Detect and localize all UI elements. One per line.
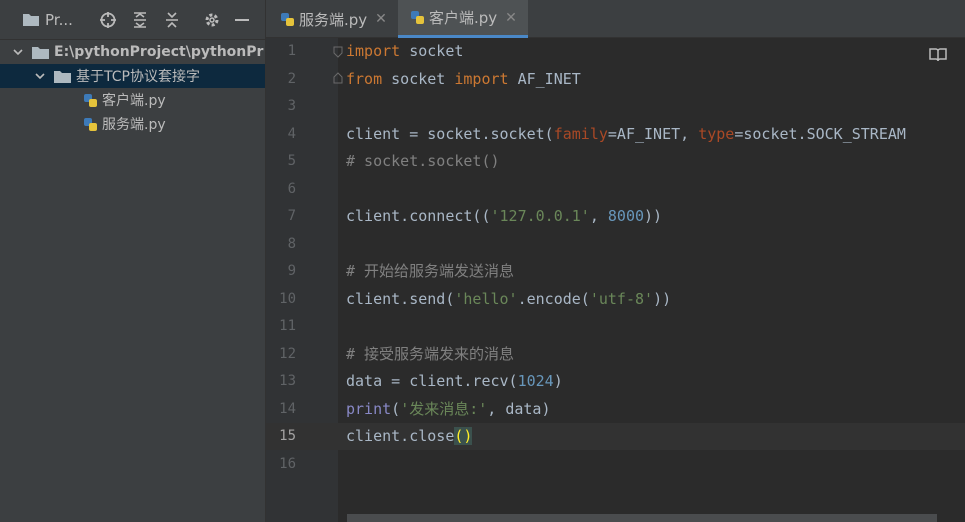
chevron-down-icon[interactable] (34, 70, 46, 82)
line-number: 12 (279, 346, 296, 362)
code-comment: # 接受服务端发来的消息 (346, 345, 515, 363)
code-text: .encode( (517, 290, 590, 308)
code-text: client.close (346, 427, 455, 445)
code-text: AF_INET (508, 70, 581, 88)
tree-row-root[interactable]: E:\pythonProject\pythonPr (0, 40, 265, 64)
line-number: 3 (287, 98, 296, 114)
line-number: 9 (287, 263, 296, 279)
line-number: 11 (279, 318, 296, 334)
line-number: 7 (287, 208, 296, 224)
code-text: socket (400, 42, 464, 60)
expand-all-icon[interactable] (131, 11, 149, 29)
project-panel: Pr... E:\pythonProject\pythonPr 基于TCP协议套… (0, 0, 265, 522)
fold-marker-icon[interactable] (333, 72, 343, 84)
code-line: print('发来消息:', data) (346, 396, 551, 423)
code-text: client = socket.socket( (346, 125, 554, 143)
hide-panel-icon[interactable] (233, 11, 251, 29)
folder-icon (23, 14, 39, 26)
line-number: 2 (287, 71, 296, 87)
tree-folder-label: 基于TCP协议套接字 (76, 69, 200, 85)
string-literal: '127.0.0.1' (490, 207, 590, 225)
keyword: import (346, 42, 401, 60)
code-text: client.send( (346, 290, 455, 308)
code-text: )) (644, 207, 663, 225)
python-file-icon (281, 12, 294, 26)
code-text: )) (653, 290, 672, 308)
folder-icon (32, 46, 49, 59)
horizontal-scrollbar[interactable] (347, 514, 937, 522)
tree-file-label: 服务端.py (102, 117, 166, 133)
keyword: from (346, 70, 383, 88)
line-number: 6 (287, 181, 296, 197)
tree-row-file[interactable]: 客户端.py (0, 88, 265, 112)
tab-label: 客户端.py (429, 9, 498, 27)
python-file-icon (84, 117, 97, 131)
code-text: , data) (487, 400, 551, 418)
line-number: 4 (287, 126, 296, 142)
tree-row-file[interactable]: 服务端.py (0, 112, 265, 136)
matched-brackets: () (454, 427, 473, 445)
code-line: client = socket.socket(family=AF_INET, t… (346, 121, 906, 148)
code-text: , (589, 207, 608, 225)
code-text: ( (391, 400, 401, 418)
code-comment: # socket.socket() (346, 152, 500, 170)
code-line: client.send('hello'.encode('utf-8')) (346, 286, 671, 313)
param-name: family (553, 125, 608, 143)
project-panel-title[interactable]: Pr... (45, 11, 85, 29)
folder-icon (54, 70, 71, 83)
locate-icon[interactable] (99, 11, 117, 29)
fold-marker-icon[interactable] (333, 46, 343, 58)
project-toolbar: Pr... (0, 0, 265, 40)
editor-tab-bar: 服务端.py ✕ 客户端.py ✕ (266, 0, 965, 38)
tree-file-label: 客户端.py (102, 93, 166, 109)
line-number: 14 (279, 401, 296, 417)
code-text: client.connect(( (346, 207, 491, 225)
tree-root-label: E:\pythonProject\pythonPr (54, 44, 264, 60)
code-comment: # 开始给服务端发送消息 (346, 262, 515, 280)
reader-mode-icon[interactable] (929, 47, 947, 63)
chevron-down-icon[interactable] (12, 46, 24, 58)
code-line: from socket import AF_INET (346, 66, 581, 93)
tab-label: 服务端.py (299, 10, 368, 29)
collapse-all-icon[interactable] (163, 11, 181, 29)
code-text: =AF_INET, (607, 125, 699, 143)
close-icon[interactable]: ✕ (375, 11, 387, 27)
line-number: 16 (279, 456, 296, 472)
code-text: ) (553, 372, 563, 390)
number-literal: 8000 (607, 207, 645, 225)
string-literal: '发来消息:' (400, 400, 488, 418)
line-number: 13 (279, 373, 296, 389)
line-number-current: 15 (279, 428, 296, 444)
string-literal: 'utf-8' (589, 290, 654, 308)
line-number: 1 (287, 43, 296, 59)
line-number: 10 (279, 291, 296, 307)
line-number: 8 (287, 236, 296, 252)
number-literal: 1024 (517, 372, 554, 390)
gear-icon[interactable] (203, 11, 221, 29)
param-name: type (698, 125, 735, 143)
code-text: =socket.SOCK_STREAM (734, 125, 906, 143)
code-line: import socket (346, 38, 463, 65)
line-number: 5 (287, 153, 296, 169)
python-file-icon (411, 11, 424, 24)
code-line: data = client.recv(1024) (346, 368, 563, 395)
keyword: import (454, 70, 509, 88)
code-text: data = client.recv( (346, 372, 518, 390)
code-line-current: client.close() (346, 423, 473, 450)
close-icon[interactable]: ✕ (505, 10, 517, 26)
code-line: client.connect(('127.0.0.1', 8000)) (346, 203, 662, 230)
builtin-function: print (346, 400, 392, 418)
string-literal: 'hello' (454, 290, 518, 308)
tree-row-folder[interactable]: 基于TCP协议套接字 (0, 64, 265, 88)
code-text: socket (382, 70, 455, 88)
project-tree: E:\pythonProject\pythonPr 基于TCP协议套接字 客户端… (0, 40, 265, 136)
tab-client-file[interactable]: 客户端.py ✕ (398, 0, 528, 38)
python-file-icon (84, 93, 97, 107)
tab-server-file[interactable]: 服务端.py ✕ (266, 0, 398, 38)
